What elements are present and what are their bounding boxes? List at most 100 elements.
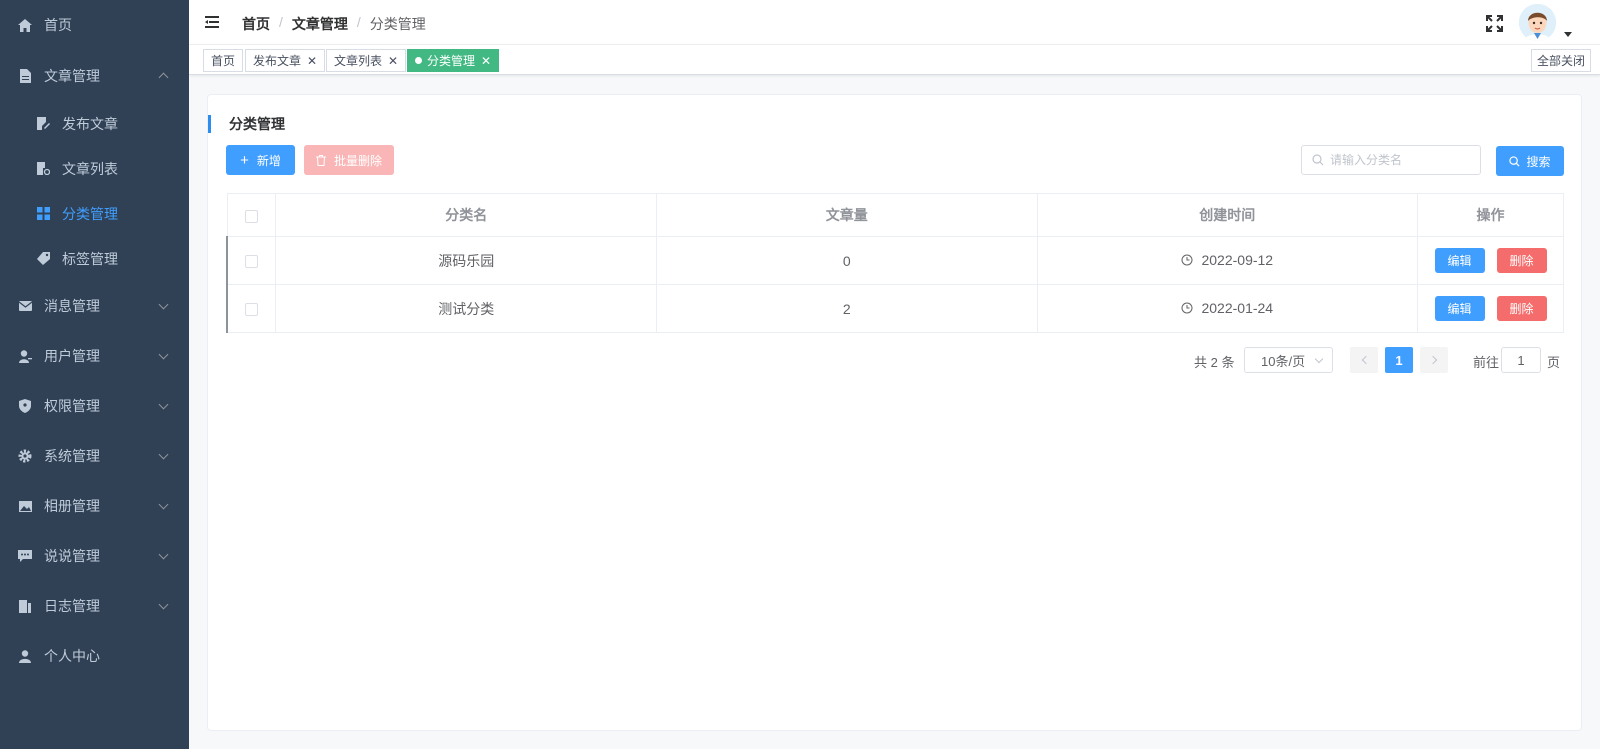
row-select-cell [226,236,277,285]
close-all-tags-button[interactable]: 全部关闭 [1531,49,1591,72]
delete-button[interactable]: 删除 [1496,248,1547,273]
sidebar-subitem-article-list[interactable]: 文章列表 [0,146,189,191]
tag-label: 分类管理 [427,54,476,68]
column-header-name: 分类名 [275,193,657,237]
tag-label: 文章列表 [334,54,383,68]
sidebar-subitem-label: 分类管理 [62,205,118,222]
close-icon[interactable]: ✕ [307,54,317,68]
sidebar-item-users[interactable]: 用户管理 [0,331,189,381]
page-number-button[interactable]: 1 [1385,347,1413,373]
grid-icon [36,207,50,221]
chevron-down-icon [1314,354,1324,364]
search-field[interactable] [1301,145,1481,175]
caret-down-icon[interactable] [1564,32,1572,37]
chevron-down-icon [158,349,169,360]
fullscreen-icon[interactable] [1486,15,1503,32]
table-row: 源码乐园 0 2022-09-12 编辑 删除 [226,236,1564,285]
sidebar-item-talks[interactable]: 说说管理 [0,531,189,581]
batch-delete-button[interactable]: 批量删除 [304,145,394,175]
category-name: 源码乐园 [275,236,657,285]
sidebar-item-label: 首页 [44,17,72,33]
tag-categories[interactable]: 分类管理 ✕ [407,49,500,72]
sidebar-item-profile[interactable]: 个人中心 [0,631,189,681]
page-title: 分类管理 [208,115,285,133]
chevron-down-icon [158,299,169,310]
sidebar-item-label: 权限管理 [44,398,100,414]
top-navbar: 首页 / 文章管理 / 分类管理 [189,0,1600,45]
mail-icon [18,299,32,313]
tag-publish[interactable]: 发布文章 ✕ [245,49,326,72]
sidebar-subitem-tags[interactable]: 标签管理 [0,236,189,281]
goto-page-input[interactable] [1501,347,1541,373]
close-icon[interactable]: ✕ [388,54,398,68]
menu-collapse-icon[interactable] [205,16,219,29]
add-button-label: 新增 [256,153,281,168]
actions-cell: 编辑 删除 [1417,236,1564,285]
search-input[interactable] [1330,153,1470,167]
chevron-down-icon [158,599,169,610]
sidebar-item-permissions[interactable]: 权限管理 [0,381,189,431]
created-time-cell: 2022-01-24 [1036,284,1419,333]
select-all-checkbox[interactable] [244,209,258,223]
clock-icon [1181,254,1193,266]
plus-icon: + [240,151,249,169]
page-size-select[interactable]: 10条/页 [1244,347,1333,373]
add-button[interactable]: + 新增 [226,145,295,175]
breadcrumb: 首页 / 文章管理 / 分类管理 [242,14,426,34]
prev-page-button[interactable] [1350,347,1378,373]
sidebar-subitem-label: 发布文章 [62,115,118,132]
chevron-down-icon [158,449,169,460]
search-button-label: 搜索 [1526,154,1551,169]
log-icon [18,599,32,613]
sidebar-subitem-label: 文章列表 [62,160,118,177]
tag-home[interactable]: 首页 [203,49,244,72]
tag-article-list[interactable]: 文章列表 ✕ [326,49,407,72]
image-icon [18,499,32,513]
clock-icon [1181,302,1193,314]
sidebar-item-system[interactable]: 系统管理 [0,431,189,481]
sidebar-item-logs[interactable]: 日志管理 [0,581,189,631]
list-icon [36,162,50,176]
sidebar-item-label: 相册管理 [44,498,100,514]
article-count: 2 [655,284,1038,333]
chevron-down-icon [158,499,169,510]
edit-button[interactable]: 编辑 [1434,248,1485,273]
chat-icon [18,549,32,563]
avatar[interactable] [1519,4,1556,41]
sidebar-item-label: 日志管理 [44,598,100,614]
sidebar-item-messages[interactable]: 消息管理 [0,281,189,331]
column-header-created: 创建时间 [1036,193,1419,237]
search-button[interactable]: 搜索 [1496,146,1564,176]
edit-button[interactable]: 编辑 [1434,296,1485,321]
close-icon[interactable]: ✕ [481,54,491,68]
sidebar-item-label: 文章管理 [44,68,100,84]
search-icon [1509,155,1520,167]
sidebar-item-albums[interactable]: 相册管理 [0,481,189,531]
sidebar-item-label: 个人中心 [44,648,100,664]
sidebar: 首页 文章管理 发布文章 文章列表 分类管理 标签管理 消息管理 用户管理 权限… [0,0,189,749]
pagination-total: 共 2 条 [1194,355,1235,370]
created-time-cell: 2022-09-12 [1036,236,1419,285]
sidebar-item-articles[interactable]: 文章管理 [0,51,189,101]
sidebar-subitem-publish[interactable]: 发布文章 [0,101,189,146]
document-icon [18,69,32,83]
breadcrumb-home[interactable]: 首页 [242,14,270,34]
next-page-button[interactable] [1420,347,1448,373]
breadcrumb-articles[interactable]: 文章管理 [292,14,348,34]
sidebar-subitem-categories[interactable]: 分类管理 [0,191,189,236]
column-header-count: 文章量 [655,193,1038,237]
user-manage-icon [18,349,32,363]
select-all-cell [226,193,277,237]
created-time: 2022-09-12 [1201,252,1274,268]
row-checkbox[interactable] [245,255,259,269]
sidebar-item-home[interactable]: 首页 [0,0,189,50]
shield-icon [18,399,32,413]
delete-button[interactable]: 删除 [1496,296,1547,321]
category-name: 测试分类 [275,284,657,333]
sidebar-item-label: 用户管理 [44,348,100,364]
gear-icon [18,449,32,463]
sidebar-item-label: 系统管理 [44,448,100,464]
sidebar-item-label: 说说管理 [44,548,100,564]
row-checkbox[interactable] [245,303,259,317]
actions-cell: 编辑 删除 [1417,284,1564,333]
